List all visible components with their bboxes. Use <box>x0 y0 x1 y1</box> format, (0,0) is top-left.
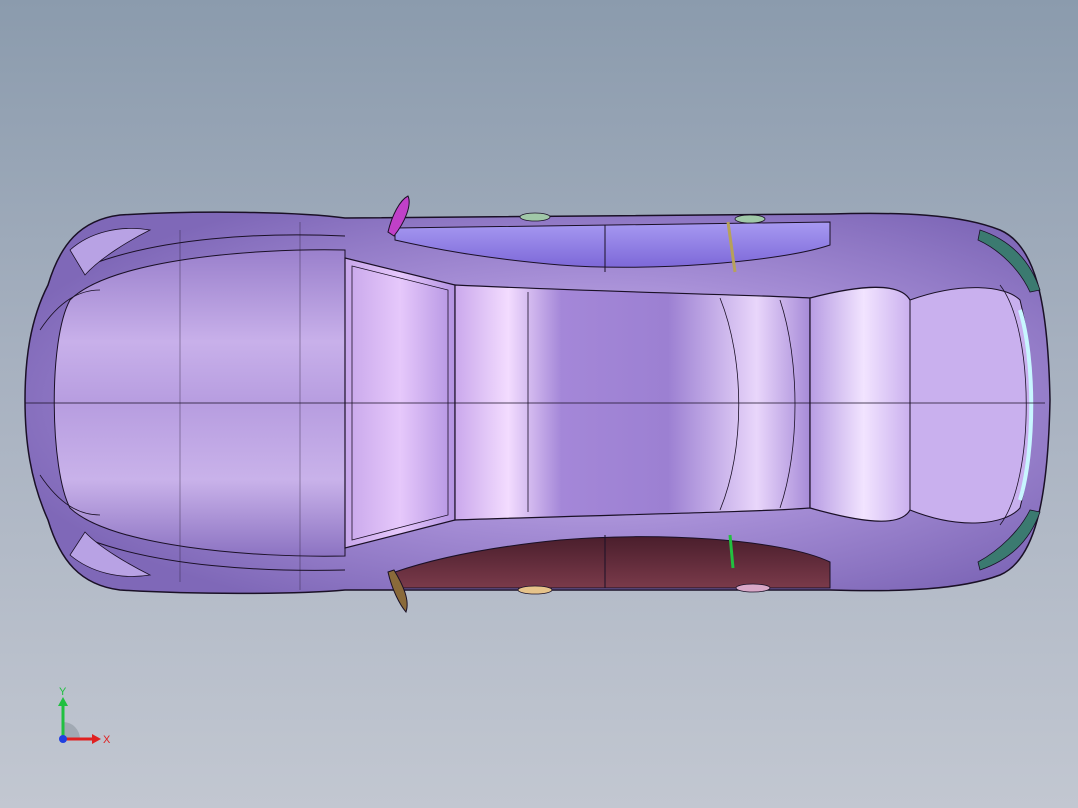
door-handle-bottom-front <box>517 585 553 595</box>
x-axis-label: X <box>103 734 111 746</box>
orientation-triad: Y X <box>58 686 111 746</box>
y-axis-label: Y <box>59 686 67 698</box>
x-axis-arrow <box>92 734 101 744</box>
door-handle-top-front <box>519 212 551 222</box>
roof-panel <box>454 284 811 521</box>
y-axis-arrow <box>58 697 68 706</box>
door-handle-top-rear <box>734 214 766 224</box>
z-axis-origin <box>59 735 67 743</box>
trunk-panel <box>909 287 1032 524</box>
car-model-top-view[interactable] <box>0 0 1078 808</box>
door-handle-bottom-rear <box>735 583 771 593</box>
rear-window <box>809 286 919 522</box>
graphics-viewport[interactable]: Y X <box>0 0 1078 808</box>
